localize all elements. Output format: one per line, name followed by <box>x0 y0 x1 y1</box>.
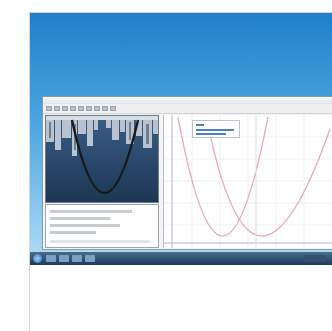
panel-row <box>50 210 132 213</box>
undo-icon[interactable] <box>62 106 68 111</box>
redo-icon[interactable] <box>70 106 76 111</box>
panel-row <box>50 224 120 227</box>
tooltip-line <box>196 124 204 126</box>
grid <box>164 115 332 248</box>
algebra-tooltip[interactable] <box>192 120 240 138</box>
media-task[interactable] <box>72 255 82 262</box>
circle-icon[interactable] <box>102 106 108 111</box>
algebra-panel <box>45 204 159 248</box>
tooltip-line <box>196 133 226 135</box>
browser-task[interactable] <box>59 255 69 262</box>
pointer-icon[interactable] <box>78 106 84 111</box>
window-titlebar[interactable] <box>43 97 332 104</box>
graphics-view[interactable] <box>163 115 332 248</box>
point-icon[interactable] <box>86 106 92 111</box>
graph-svg <box>164 115 332 248</box>
line-icon[interactable] <box>94 106 100 111</box>
background-photo[interactable] <box>45 115 159 203</box>
panel-row <box>50 217 110 220</box>
explorer-task[interactable] <box>46 255 56 262</box>
input-bar[interactable] <box>50 240 150 243</box>
taskbar <box>30 252 332 265</box>
tooltip-line <box>196 129 234 131</box>
geogebra-task[interactable] <box>85 255 95 262</box>
photo-top-band <box>46 116 158 120</box>
window-toolbar <box>43 104 332 114</box>
panel-row <box>50 231 96 234</box>
zoom-icon[interactable] <box>110 106 116 111</box>
photo-svg <box>46 116 158 202</box>
geogebra-window <box>42 96 332 250</box>
start-orb[interactable] <box>33 254 42 263</box>
file-icon[interactable] <box>46 106 52 111</box>
edit-icon[interactable] <box>54 106 60 111</box>
system-tray <box>304 255 326 262</box>
